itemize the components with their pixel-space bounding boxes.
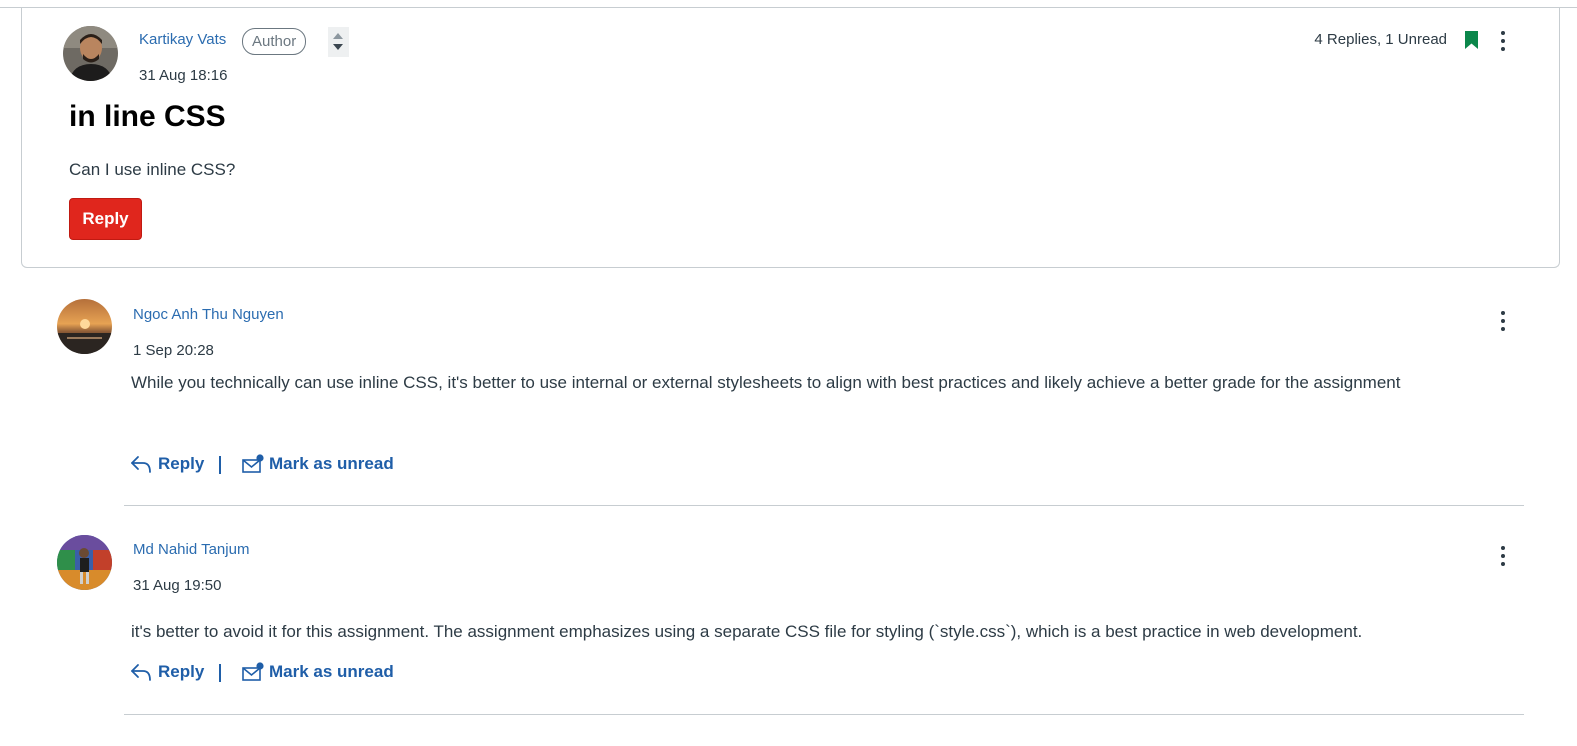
- reply-text: While you technically can use inline CSS…: [131, 373, 1401, 392]
- mark-unread-label: Mark as unread: [269, 662, 394, 681]
- mark-unread-button[interactable]: Mark as unread: [242, 662, 394, 682]
- mark-unread-icon: [242, 454, 264, 473]
- post-body: Can I use inline CSS?: [69, 160, 236, 179]
- reply-button[interactable]: Reply: [69, 198, 142, 240]
- reply-author-name[interactable]: Ngoc Anh Thu Nguyen: [133, 306, 284, 323]
- reply-action-label: Reply: [158, 454, 205, 473]
- post-date: 31 Aug 18:16: [139, 67, 228, 84]
- reply-avatar[interactable]: [57, 535, 112, 590]
- action-separator: [219, 664, 221, 682]
- replies-summary: 4 Replies, 1 Unread: [1314, 31, 1447, 48]
- reply-action-label: Reply: [158, 662, 205, 681]
- mark-unread-icon: [242, 662, 264, 681]
- post-author-name[interactable]: Kartikay Vats: [139, 31, 226, 48]
- author-avatar[interactable]: [63, 26, 118, 81]
- mark-unread-label: Mark as unread: [269, 454, 394, 473]
- reply-author-name[interactable]: Md Nahid Tanjum: [133, 541, 249, 558]
- post-title: in line CSS: [69, 100, 226, 133]
- mark-unread-button[interactable]: Mark as unread: [242, 454, 394, 474]
- reply-date: 31 Aug 19:50: [133, 577, 222, 594]
- reply-divider: [124, 714, 1524, 715]
- reply-action-button[interactable]: Reply: [130, 454, 204, 474]
- reply-action-button[interactable]: Reply: [130, 662, 204, 682]
- post-more-options-icon[interactable]: [1498, 31, 1508, 53]
- author-badge: Author: [242, 28, 307, 55]
- reply-more-options-icon[interactable]: [1498, 311, 1508, 333]
- bookmark-icon[interactable]: [1465, 31, 1478, 49]
- sort-down-icon[interactable]: [333, 44, 343, 50]
- reply-date: 1 Sep 20:28: [133, 342, 214, 359]
- action-separator: [219, 456, 221, 474]
- reply-text: it's better to avoid it for this assignm…: [131, 622, 1363, 641]
- reply-avatar[interactable]: [57, 299, 112, 354]
- sort-arrows-icon[interactable]: [328, 27, 349, 57]
- reply-arrow-icon: [131, 664, 151, 681]
- reply-more-options-icon[interactable]: [1498, 546, 1508, 568]
- sort-up-icon[interactable]: [333, 33, 343, 39]
- reply-divider: [124, 505, 1524, 506]
- reply-arrow-icon: [131, 456, 151, 473]
